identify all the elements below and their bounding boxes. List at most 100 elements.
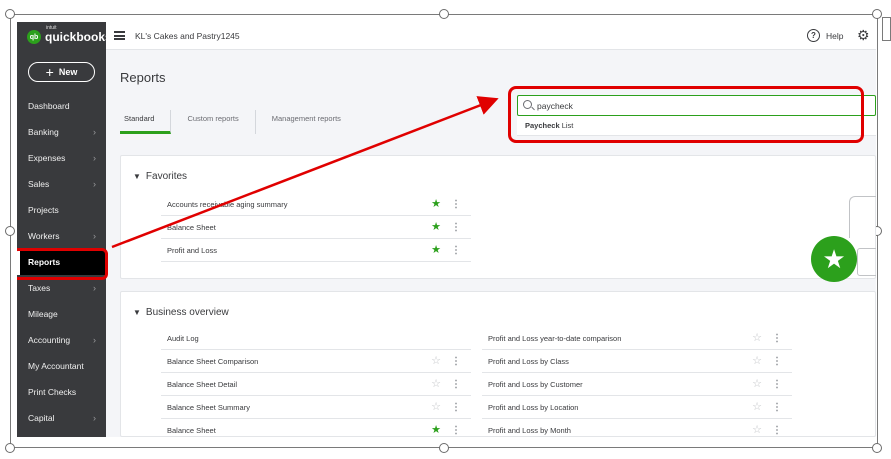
more-options-icon[interactable]: ⋮ — [451, 245, 461, 256]
star-outline-icon[interactable]: ☆ — [752, 378, 762, 390]
logo-brand-small: intuit — [46, 25, 57, 31]
star-outline-icon[interactable]: ☆ — [752, 424, 762, 436]
hamburger-menu-icon[interactable] — [114, 31, 125, 40]
page-title: Reports — [120, 70, 166, 85]
star-filled-icon[interactable]: ★ — [431, 221, 441, 233]
sidebar-item-label: Accounting — [28, 335, 71, 345]
more-options-icon[interactable]: ⋮ — [451, 425, 461, 436]
favorites-title: Favorites — [145, 171, 188, 182]
more-options-icon[interactable]: ⋮ — [772, 402, 782, 413]
more-options-icon[interactable]: ⋮ — [772, 425, 782, 436]
business-overview-header[interactable]: ▼ Business overview — [133, 307, 229, 318]
sidebar-item-label: Dashboard — [28, 101, 70, 111]
report-row[interactable]: Audit Log — [161, 327, 471, 350]
layout-options-tab[interactable] — [882, 17, 891, 41]
tab-management-reports[interactable]: Management reports — [256, 110, 357, 134]
report-row[interactable]: Balance Sheet Summary ☆ ⋮ — [161, 396, 471, 419]
help-button[interactable]: ? Help — [807, 29, 843, 42]
star-outline-icon[interactable]: ☆ — [431, 378, 441, 390]
row-actions: ★ ⋮ — [431, 221, 461, 233]
star-filled-icon[interactable]: ★ — [431, 244, 441, 256]
star-filled-icon[interactable]: ★ — [431, 198, 441, 210]
report-link[interactable]: Profit and Loss by Class — [488, 357, 569, 366]
more-options-icon[interactable]: ⋮ — [772, 379, 782, 390]
report-row[interactable]: Profit and Loss year-to-date comparison ☆… — [482, 327, 792, 350]
gear-icon[interactable]: ⚙ — [857, 27, 870, 43]
star-badge-icon: ★ — [811, 236, 857, 282]
report-link[interactable]: Accounts receivable aging summary — [167, 200, 287, 209]
sidebar-item-expenses[interactable]: Expenses › — [17, 145, 106, 171]
sidebar-item-my-accountant[interactable]: My Accountant — [17, 353, 106, 379]
report-link[interactable]: Balance Sheet — [167, 223, 216, 232]
report-link[interactable]: Balance Sheet — [167, 426, 216, 435]
more-options-icon[interactable]: ⋮ — [772, 333, 782, 344]
favorites-header[interactable]: ▼ Favorites — [133, 171, 187, 182]
report-link[interactable]: Profit and Loss by Month — [488, 426, 571, 435]
promo-illustration-line — [849, 196, 876, 238]
report-row[interactable]: Profit and Loss by Class ☆ ⋮ — [482, 350, 792, 373]
help-label: Help — [826, 30, 844, 41]
row-actions: ☆ ⋮ — [752, 332, 782, 344]
report-row[interactable]: Balance Sheet ★ ⋮ — [161, 419, 471, 437]
sidebar-item-label: Expenses — [28, 153, 66, 163]
star-outline-icon[interactable]: ☆ — [431, 401, 441, 413]
resize-handle-bottom-center[interactable] — [439, 443, 449, 453]
sidebar-item-banking[interactable]: Banking › — [17, 119, 106, 145]
report-link[interactable]: Balance Sheet Comparison — [167, 357, 258, 366]
tab-custom-reports[interactable]: Custom reports — [171, 110, 256, 134]
report-link[interactable]: Profit and Loss by Customer — [488, 380, 583, 389]
star-outline-icon[interactable]: ☆ — [752, 332, 762, 344]
sidebar-item-sales[interactable]: Sales › — [17, 171, 106, 197]
resize-handle-top-right[interactable] — [872, 9, 882, 19]
more-options-icon[interactable]: ⋮ — [451, 379, 461, 390]
sidebar-item-print-checks[interactable]: Print Checks — [17, 379, 106, 405]
resize-handle-top-center[interactable] — [439, 9, 449, 19]
sidebar-item-workers[interactable]: Workers › — [17, 223, 106, 249]
chevron-right-icon: › — [93, 153, 96, 163]
report-row[interactable]: Balance Sheet ★ ⋮ — [161, 216, 471, 239]
report-link[interactable]: Audit Log — [167, 334, 199, 343]
report-row[interactable]: Balance Sheet Detail ☆ ⋮ — [161, 373, 471, 396]
more-options-icon[interactable]: ⋮ — [772, 356, 782, 367]
sidebar-item-dashboard[interactable]: Dashboard — [17, 93, 106, 119]
report-link[interactable]: Balance Sheet Detail — [167, 380, 237, 389]
more-options-icon[interactable]: ⋮ — [451, 356, 461, 367]
resize-handle-top-left[interactable] — [5, 9, 15, 19]
more-options-icon[interactable]: ⋮ — [451, 199, 461, 210]
report-link[interactable]: Profit and Loss year-to-date comparison — [488, 334, 621, 343]
tab-standard[interactable]: Standard — [120, 110, 172, 134]
sidebar-item-label: Capital — [28, 413, 55, 423]
report-row[interactable]: Profit and Loss by Customer ☆ ⋮ — [482, 373, 792, 396]
report-row[interactable]: Profit and Loss ★ ⋮ — [161, 239, 471, 262]
sidebar-item-accounting[interactable]: Accounting › — [17, 327, 106, 353]
report-row[interactable]: Profit and Loss by Location ☆ ⋮ — [482, 396, 792, 419]
report-link[interactable]: Profit and Loss by Location — [488, 403, 578, 412]
more-options-icon[interactable]: ⋮ — [451, 402, 461, 413]
resize-handle-bottom-left[interactable] — [5, 443, 15, 453]
report-link[interactable]: Profit and Loss — [167, 246, 217, 255]
star-outline-icon[interactable]: ☆ — [752, 355, 762, 367]
company-name: KL's Cakes and Pastry1245 — [135, 31, 240, 41]
sidebar-item-label: Mileage — [28, 309, 58, 319]
sidebar-item-capital[interactable]: Capital › — [17, 405, 106, 431]
annotation-callout-search — [508, 86, 864, 143]
sidebar-item-label: Banking — [28, 127, 59, 137]
report-link[interactable]: Balance Sheet Summary — [167, 403, 250, 412]
quickbooks-app: qb intuit quickbooks + New Dashboard Bank… — [17, 22, 876, 437]
plus-icon: + — [45, 64, 54, 80]
resize-handle-bottom-right[interactable] — [872, 443, 882, 453]
sidebar-item-label: Taxes — [28, 283, 51, 293]
quickbooks-logo[interactable]: qb intuit quickbooks — [27, 25, 112, 44]
report-row[interactable]: Profit and Loss by Month ☆ ⋮ — [482, 419, 792, 437]
star-outline-icon[interactable]: ☆ — [752, 401, 762, 413]
star-filled-icon[interactable]: ★ — [431, 424, 441, 436]
report-row[interactable]: Accounts receivable aging summary ★ ⋮ — [161, 193, 471, 216]
new-button[interactable]: + New — [28, 62, 95, 82]
business-overview-card: ▼ Business overview Audit Log Balance She… — [120, 291, 876, 437]
report-row[interactable]: Balance Sheet Comparison ☆ ⋮ — [161, 350, 471, 373]
more-options-icon[interactable]: ⋮ — [451, 222, 461, 233]
sidebar-item-projects[interactable]: Projects — [17, 197, 106, 223]
resize-handle-middle-left[interactable] — [5, 226, 15, 236]
sidebar-item-mileage[interactable]: Mileage — [17, 301, 106, 327]
star-outline-icon[interactable]: ☆ — [431, 355, 441, 367]
